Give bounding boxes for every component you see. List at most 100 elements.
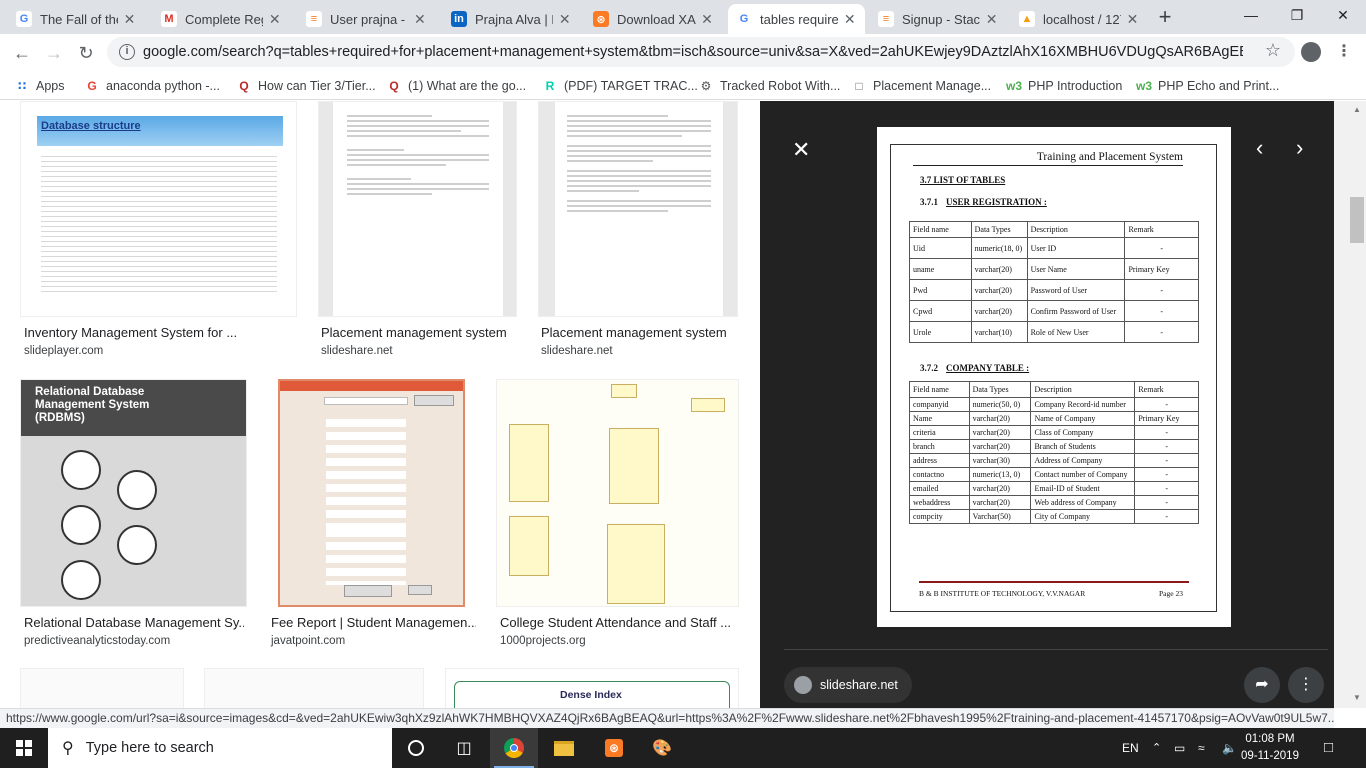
xampp-taskbar-icon[interactable]: ⊛ <box>590 728 638 768</box>
browser-tab[interactable]: Gtables required ✕ <box>728 4 865 34</box>
result-thumbnail[interactable]: Dense Index <box>445 668 739 708</box>
result-title[interactable]: Placement management system <box>321 325 521 340</box>
result-source[interactable]: 1000projects.org <box>500 635 586 647</box>
result-source[interactable]: javatpoint.com <box>271 635 345 647</box>
result-thumbnail[interactable] <box>278 379 465 607</box>
close-tab-icon[interactable]: ✕ <box>557 11 572 28</box>
cortana-icon[interactable] <box>392 728 440 768</box>
result-thumbnail[interactable] <box>496 379 739 607</box>
restore-icon[interactable]: ❐ <box>1274 0 1320 30</box>
result-thumbnail[interactable] <box>204 668 424 708</box>
result-title[interactable]: Fee Report | Student Managemen... <box>271 615 476 630</box>
close-tab-icon[interactable]: ✕ <box>122 11 137 28</box>
page-scrollbar[interactable]: ▲ ▼ <box>1334 101 1366 708</box>
table-cell: - <box>1134 495 1199 510</box>
result-title[interactable]: Relational Database Management Sy... <box>24 615 244 630</box>
source-link[interactable]: slideshare.net <box>784 667 912 703</box>
notifications-icon[interactable]: □ <box>1324 728 1333 768</box>
bookmark-item[interactable]: Ganaconda python -... <box>84 76 220 96</box>
back-icon[interactable]: ← <box>8 39 36 67</box>
result-thumbnail[interactable]: Database structure <box>20 101 297 317</box>
status-link-url: https://www.google.com/url?sa=i&source=i… <box>0 708 1334 728</box>
result-title[interactable]: Placement management system <box>541 325 741 340</box>
address-bar[interactable]: i google.com/search?q=tables+required+fo… <box>107 37 1295 67</box>
close-icon[interactable]: ✕ <box>792 137 810 163</box>
site-info-icon[interactable]: i <box>119 44 135 60</box>
taskbar-search-input[interactable]: ⚲ Type here to search <box>48 728 392 768</box>
close-tab-icon[interactable]: ✕ <box>1125 11 1140 28</box>
browser-tab[interactable]: ≡ User prajna - S✕ <box>298 4 435 34</box>
windows-start-icon[interactable] <box>0 728 48 768</box>
volume-icon[interactable]: 🔈 <box>1222 728 1237 768</box>
close-tab-icon[interactable]: ✕ <box>984 11 999 28</box>
chevron-left-icon[interactable]: ‹ <box>1256 135 1263 161</box>
close-tab-icon[interactable]: ✕ <box>267 11 282 28</box>
close-tab-icon[interactable]: ✕ <box>413 11 427 28</box>
result-source[interactable]: slideshare.net <box>321 345 393 357</box>
table-cell: varchar(20) <box>968 495 1032 510</box>
system-clock[interactable]: 01:08 PM 09-11-2019 <box>1240 731 1300 765</box>
google-icon: G <box>16 11 32 27</box>
minimize-icon[interactable]: — <box>1228 0 1274 30</box>
scroll-down-icon[interactable]: ▼ <box>1353 693 1361 702</box>
browser-tab[interactable]: M Complete Regi ✕ <box>153 4 290 34</box>
bookmark-item[interactable]: ∷ Apps <box>14 76 65 96</box>
result-thumbnail[interactable] <box>318 101 517 317</box>
table-cell: Web address of Company <box>1030 495 1136 510</box>
url-text[interactable]: google.com/search?q=tables+required+for+… <box>143 44 1243 60</box>
close-tab-icon[interactable]: ✕ <box>842 11 857 28</box>
result-source[interactable]: slideshare.net <box>541 345 613 357</box>
bookmark-item[interactable]: □ Placement Manage... <box>851 76 991 96</box>
wifi-icon[interactable]: ≈ <box>1198 728 1205 768</box>
new-tab-button[interactable]: + <box>1153 6 1177 30</box>
browser-tab[interactable]: in Prajna Alva | Li ✕ <box>443 4 580 34</box>
chevron-right-icon[interactable]: › <box>1296 135 1303 161</box>
forward-icon[interactable]: → <box>40 39 68 67</box>
browser-tab[interactable]: ⊛ Download XAM✕ <box>585 4 722 34</box>
menu-icon[interactable]: ⋮ <box>1336 41 1352 61</box>
table-header-cell: Data Types <box>970 221 1028 238</box>
table-cell: varchar(30) <box>968 453 1032 468</box>
chevron-up-icon[interactable]: ⌃ <box>1152 728 1161 768</box>
language-indicator[interactable]: EN <box>1122 728 1139 768</box>
scroll-thumb[interactable] <box>1350 197 1364 243</box>
result-source[interactable]: slideplayer.com <box>24 345 103 357</box>
bookmark-label: Placement Manage... <box>873 79 992 93</box>
preview-image[interactable]: Training and Placement System 3.7 LIST O… <box>877 127 1231 627</box>
battery-icon[interactable]: ▭ <box>1174 728 1185 768</box>
close-tab-icon[interactable]: ✕ <box>700 11 714 28</box>
more-options-icon[interactable]: ⋮ <box>1288 667 1324 703</box>
result-thumbnail[interactable]: Relational Database Management System (R… <box>20 379 247 607</box>
result-source[interactable]: predictiveanalyticstoday.com <box>24 635 170 647</box>
bookmark-label: Tracked Robot With... <box>720 79 841 93</box>
table-cell: Cpwd <box>909 300 972 322</box>
file-explorer-icon[interactable] <box>540 728 588 768</box>
thumbnail-heading: Relational Database Management System (R… <box>35 386 150 424</box>
bookmark-item[interactable]: R (PDF) TARGET TRAC... <box>542 76 698 96</box>
bookmark-item[interactable]: w3 PHP Introduction <box>1006 76 1122 96</box>
bookmark-star-icon[interactable]: ☆ <box>1265 40 1281 61</box>
bookmark-item[interactable]: Q (1) What are the go... <box>386 76 526 96</box>
table-row: emailed varchar(20) Email-ID of Student - <box>909 481 1199 496</box>
share-icon[interactable]: ➦ <box>1244 667 1280 703</box>
scroll-up-icon[interactable]: ▲ <box>1353 105 1361 114</box>
result-thumbnail[interactable] <box>20 668 184 708</box>
browser-tab[interactable]: ▲ localhost / 127 ✕ <box>1011 4 1148 34</box>
close-window-icon[interactable]: ✕ <box>1320 0 1366 30</box>
table-cell: numeric(13, 0) <box>968 467 1032 482</box>
table-cell: varchar(20) <box>968 411 1032 426</box>
reload-icon[interactable]: ↻ <box>72 39 100 67</box>
account-icon[interactable] <box>1301 42 1321 62</box>
tab-title: Prajna Alva | Li <box>475 11 554 27</box>
result-title[interactable]: College Student Attendance and Staff ... <box>500 615 730 630</box>
bookmark-item[interactable]: Q How can Tier 3/Tier... <box>236 76 375 96</box>
chrome-taskbar-icon[interactable] <box>490 728 538 768</box>
task-view-icon[interactable]: ◫ <box>440 728 488 768</box>
result-thumbnail[interactable] <box>538 101 738 317</box>
bookmark-item[interactable]: w3 PHP Echo and Print... <box>1136 76 1279 96</box>
result-title[interactable]: Inventory Management System for ... <box>24 325 294 340</box>
browser-tab[interactable]: G The Fall of the ✕ <box>8 4 145 34</box>
paint-icon[interactable]: 🎨 <box>638 728 686 768</box>
browser-tab[interactable]: ≡ Signup - Stack ✕ <box>870 4 1007 34</box>
bookmark-item[interactable]: ⚙ Tracked Robot With... <box>698 76 841 96</box>
